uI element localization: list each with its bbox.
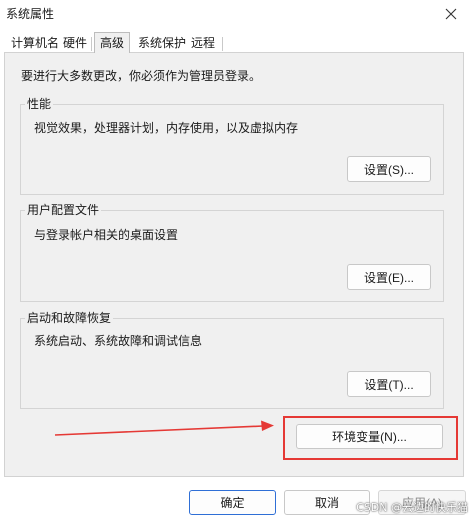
user-profiles-settings-button[interactable]: 设置(E)...: [347, 264, 431, 290]
tab-separator: [91, 37, 92, 51]
tab-remote[interactable]: 远程: [188, 34, 218, 53]
admin-note: 要进行大多数更改，你必须作为管理员登录。: [21, 69, 262, 83]
performance-group-title: 性能: [25, 96, 54, 112]
startup-recovery-group-title: 启动和故障恢复: [25, 310, 114, 326]
system-properties-dialog: 系统属性 计算机名 硬件 高级 系统保护 远程 要进行大多数更改，你必须作为管理…: [0, 0, 474, 519]
tab-advanced[interactable]: 高级: [94, 32, 130, 53]
user-profiles-group: 用户配置文件 与登录帐户相关的桌面设置 设置(E)...: [20, 202, 444, 302]
user-profiles-desc: 与登录帐户相关的桌面设置: [34, 228, 179, 242]
performance-settings-button[interactable]: 设置(S)...: [347, 156, 431, 182]
title-bar: 系统属性: [0, 0, 474, 32]
close-button[interactable]: [436, 2, 466, 26]
user-profiles-group-title: 用户配置文件: [25, 202, 102, 218]
startup-recovery-desc: 系统启动、系统故障和调试信息: [34, 334, 203, 348]
watermark: CSDN @云边的快乐猫: [356, 501, 468, 514]
highlight-box: [283, 416, 458, 460]
tab-strip: 计算机名 硬件 高级 系统保护 远程: [0, 32, 474, 53]
close-icon: [445, 8, 457, 20]
ok-button[interactable]: 确定: [189, 490, 276, 515]
startup-recovery-settings-button[interactable]: 设置(T)...: [347, 371, 431, 397]
tab-hardware[interactable]: 硬件: [61, 34, 89, 53]
tab-system-protection[interactable]: 系统保护: [138, 34, 186, 53]
performance-desc: 视觉效果，处理器计划，内存使用，以及虚拟内存: [34, 121, 299, 135]
tab-computer-name[interactable]: 计算机名: [8, 34, 62, 53]
startup-recovery-group: 启动和故障恢复 系统启动、系统故障和调试信息 设置(T)...: [20, 310, 444, 409]
window-title: 系统属性: [6, 7, 55, 21]
tab-separator: [222, 37, 223, 51]
performance-group: 性能 视觉效果，处理器计划，内存使用，以及虚拟内存 设置(S)...: [20, 96, 444, 195]
